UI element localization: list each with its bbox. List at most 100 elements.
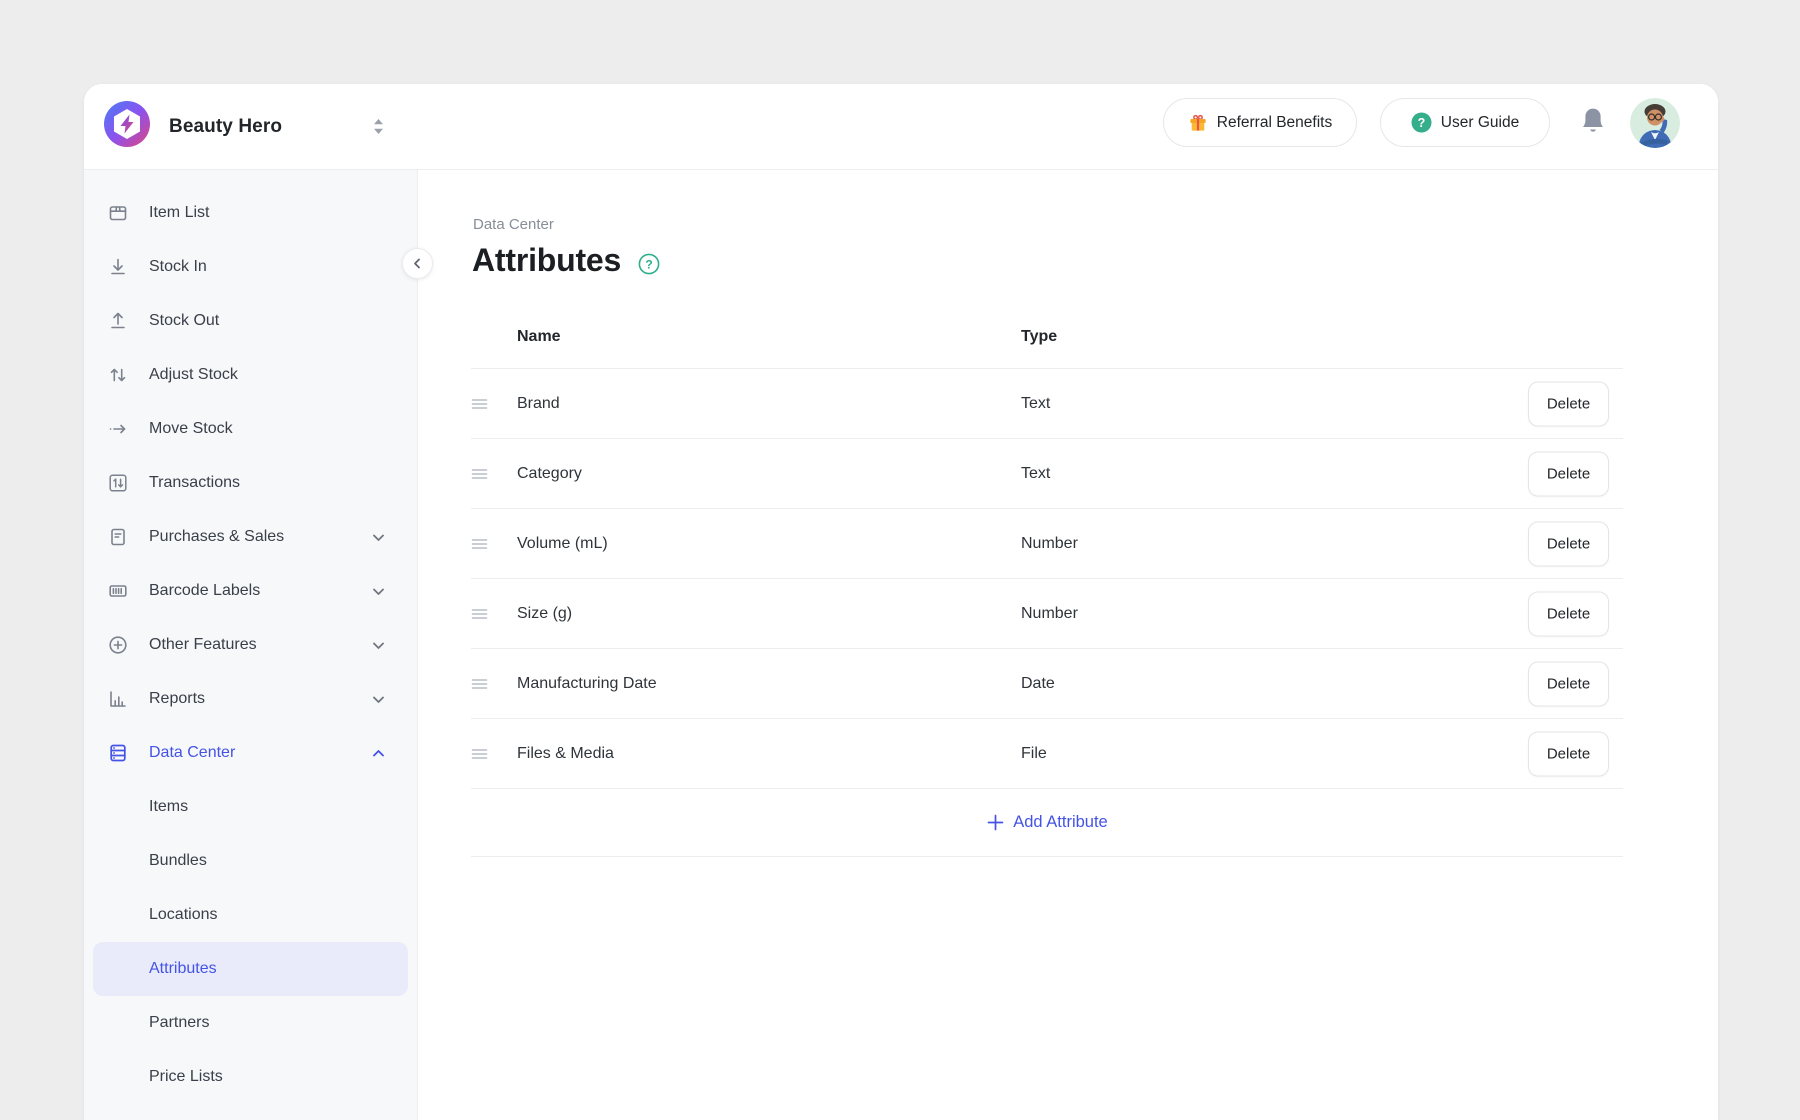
sidebar-item-reports[interactable]: Reports <box>84 672 417 726</box>
sidebar-item-label: Stock Out <box>149 312 219 330</box>
sidebar-item-transactions[interactable]: Transactions <box>84 456 417 510</box>
chevron-down-icon <box>370 691 387 708</box>
table-row: Files & Media File Delete <box>471 718 1623 788</box>
referral-benefits-button[interactable]: Referral Benefits <box>1163 98 1357 147</box>
sidebar-nav: Item List Stock In Stock Out <box>84 170 418 1120</box>
attribute-type: Date <box>1021 675 1055 693</box>
sidebar-item-stock-out[interactable]: Stock Out <box>84 294 417 348</box>
delete-button[interactable]: Delete <box>1528 381 1609 426</box>
sidebar-item-item-list[interactable]: Item List <box>84 186 417 240</box>
add-attribute-button[interactable]: Add Attribute <box>986 813 1107 832</box>
sidebar-item-label: Bundles <box>149 852 207 870</box>
table-header-row: Name Type <box>471 305 1623 368</box>
chevron-up-icon <box>370 745 387 762</box>
sidebar-item-attributes[interactable]: Attributes <box>93 942 408 996</box>
add-attribute-label: Add Attribute <box>1013 813 1107 832</box>
download-icon <box>107 256 129 278</box>
drag-handle-icon[interactable] <box>471 608 488 620</box>
chevron-down-icon <box>370 637 387 654</box>
sidebar-item-adjust-stock[interactable]: Adjust Stock <box>84 348 417 402</box>
sidebar-item-label: Barcode Labels <box>149 582 260 600</box>
drag-handle-icon[interactable] <box>471 398 488 410</box>
app-logo-icon <box>104 101 150 147</box>
user-guide-label: User Guide <box>1441 114 1519 132</box>
attribute-type: Number <box>1021 535 1078 553</box>
delete-button[interactable]: Delete <box>1528 521 1609 566</box>
help-icon[interactable]: ? <box>638 253 660 275</box>
delete-button[interactable]: Delete <box>1528 451 1609 496</box>
sidebar-item-label: Data Center <box>149 744 235 762</box>
notifications-bell-icon[interactable] <box>1580 105 1606 135</box>
delete-button[interactable]: Delete <box>1528 731 1609 776</box>
sidebar-item-stock-in[interactable]: Stock In <box>84 240 417 294</box>
table-row: Manufacturing Date Date Delete <box>471 648 1623 718</box>
attribute-name: Size (g) <box>517 605 572 623</box>
drag-handle-icon[interactable] <box>471 468 488 480</box>
attribute-name: Files & Media <box>517 745 614 763</box>
attribute-name: Brand <box>517 395 560 413</box>
attribute-name: Manufacturing Date <box>517 675 657 693</box>
drag-handle-icon[interactable] <box>471 748 488 760</box>
sidebar-item-price-lists[interactable]: Price Lists <box>84 1050 417 1104</box>
package-icon <box>107 202 129 224</box>
sidebar-item-label: Move Stock <box>149 420 233 438</box>
table-row: Category Text Delete <box>471 438 1623 508</box>
app-name: Beauty Hero <box>169 116 282 138</box>
question-circle-filled-icon: ? <box>1411 112 1432 133</box>
arrows-up-down-icon <box>107 364 129 386</box>
sidebar-collapse-button[interactable] <box>402 248 433 279</box>
sidebar-item-label: Partners <box>149 1014 209 1032</box>
chevron-down-icon <box>370 583 387 600</box>
delete-button[interactable]: Delete <box>1528 591 1609 636</box>
attribute-type: Text <box>1021 395 1050 413</box>
plus-icon <box>986 813 1005 832</box>
sidebar-item-label: Adjust Stock <box>149 366 238 384</box>
page-title: Attributes <box>472 242 621 279</box>
attribute-name: Volume (mL) <box>517 535 608 553</box>
attributes-table: Name Type Brand Text Delete Category Tex… <box>471 305 1623 857</box>
arrow-right-icon <box>107 418 129 440</box>
sidebar-item-locations[interactable]: Locations <box>84 888 417 942</box>
workspace-switcher[interactable]: Beauty Hero <box>169 84 282 170</box>
top-bar: Beauty Hero Referral Benefits <box>84 84 1718 170</box>
svg-text:?: ? <box>1417 116 1425 130</box>
column-header-name: Name <box>517 328 561 346</box>
sidebar-item-barcode-labels[interactable]: Barcode Labels <box>84 564 417 618</box>
user-guide-button[interactable]: ? User Guide <box>1380 98 1550 147</box>
attribute-type: File <box>1021 745 1047 763</box>
attribute-name: Category <box>517 465 582 483</box>
plus-circle-icon <box>107 634 129 656</box>
app-window: Beauty Hero Referral Benefits <box>84 84 1718 1120</box>
referral-benefits-label: Referral Benefits <box>1217 114 1332 132</box>
delete-button[interactable]: Delete <box>1528 661 1609 706</box>
sidebar-item-label: Purchases & Sales <box>149 528 284 546</box>
sidebar-item-label: Price Lists <box>149 1068 223 1086</box>
sidebar-item-label: Items <box>149 798 188 816</box>
drag-handle-icon[interactable] <box>471 538 488 550</box>
bar-chart-icon <box>107 688 129 710</box>
sidebar-item-label: Attributes <box>149 960 217 978</box>
sidebar-item-label: Item List <box>149 204 209 222</box>
drag-handle-icon[interactable] <box>471 678 488 690</box>
sidebar-item-partners[interactable]: Partners <box>84 996 417 1050</box>
table-row: Volume (mL) Number Delete <box>471 508 1623 578</box>
sidebar-item-items[interactable]: Items <box>84 780 417 834</box>
sidebar-item-purchases-sales[interactable]: Purchases & Sales <box>84 510 417 564</box>
upload-icon <box>107 310 129 332</box>
sidebar-item-label: Stock In <box>149 258 207 276</box>
sidebar-item-move-stock[interactable]: Move Stock <box>84 402 417 456</box>
user-avatar[interactable] <box>1630 98 1680 148</box>
sidebar-item-bundles[interactable]: Bundles <box>84 834 417 888</box>
sidebar-item-data-center[interactable]: Data Center <box>84 726 417 780</box>
svg-text:?: ? <box>645 257 652 271</box>
invoice-icon <box>107 526 129 548</box>
breadcrumb: Data Center <box>473 216 554 233</box>
sidebar-item-other-features[interactable]: Other Features <box>84 618 417 672</box>
table-row: Size (g) Number Delete <box>471 578 1623 648</box>
database-icon <box>107 742 129 764</box>
gift-icon <box>1188 113 1208 133</box>
attribute-type: Text <box>1021 465 1050 483</box>
column-header-type: Type <box>1021 328 1057 346</box>
sidebar-item-label: Locations <box>149 906 218 924</box>
table-row: Brand Text Delete <box>471 368 1623 438</box>
